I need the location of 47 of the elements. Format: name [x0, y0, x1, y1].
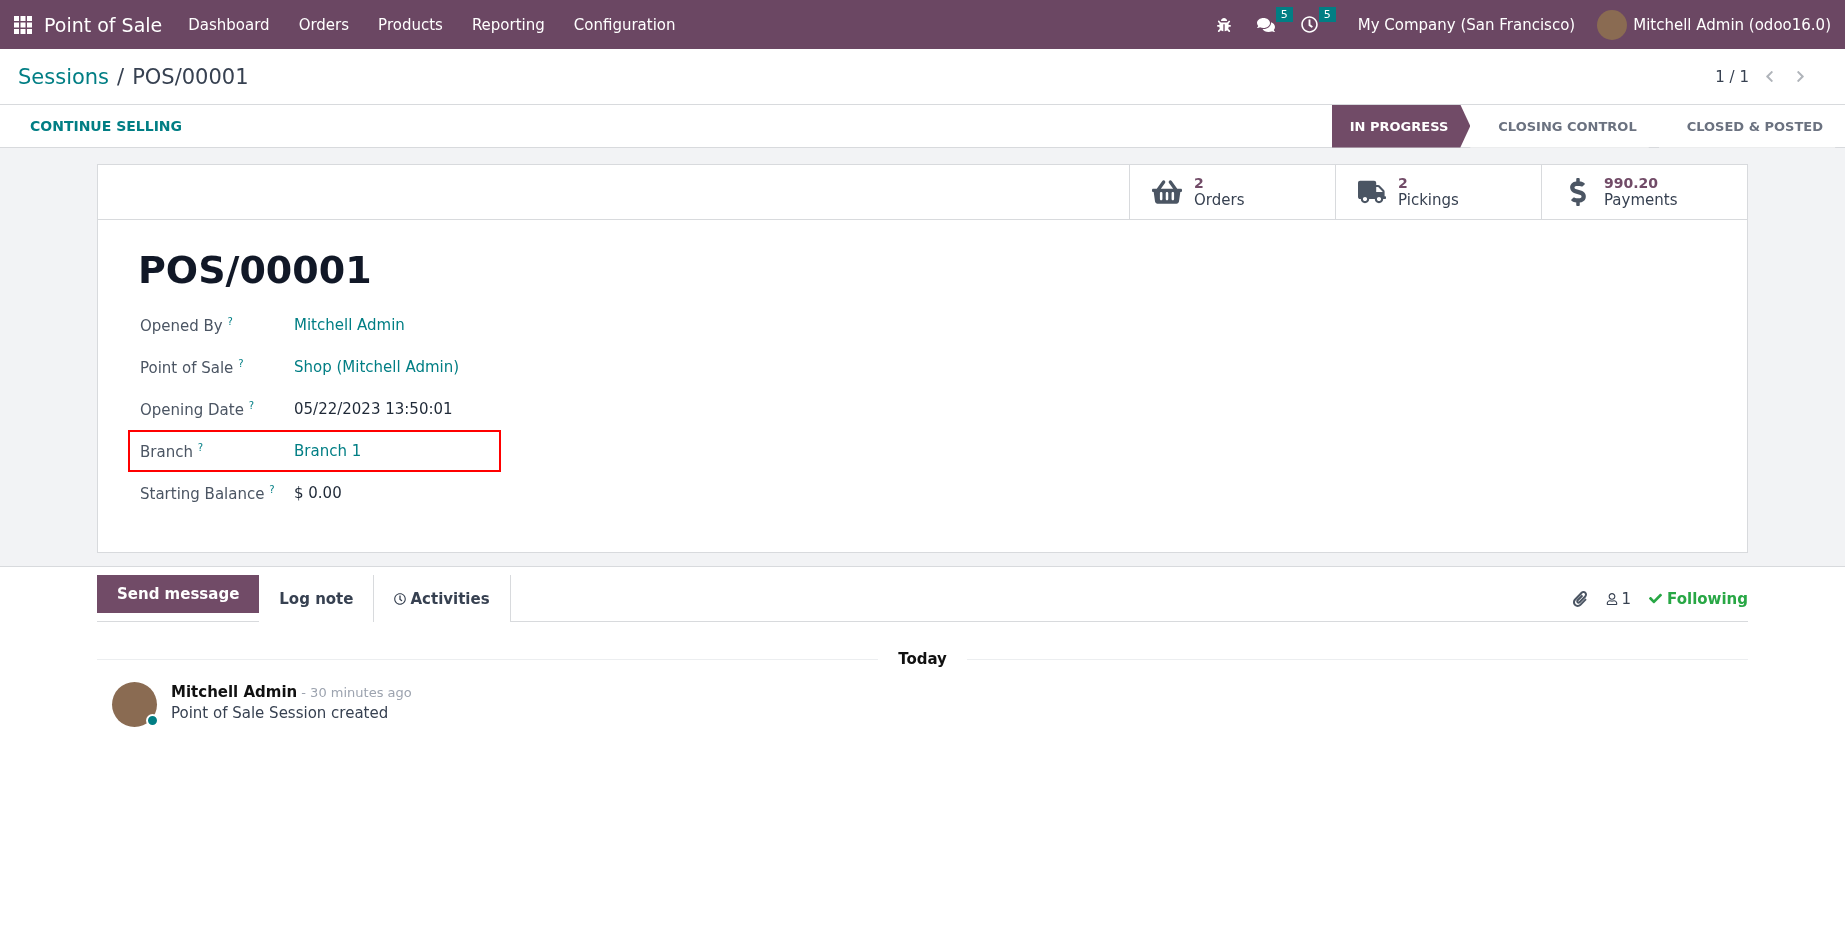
followers-button[interactable]: 1	[1605, 589, 1632, 608]
message-author: Mitchell Admin	[171, 683, 298, 701]
field-link[interactable]: Shop (Mitchell Admin)	[294, 358, 460, 376]
author-avatar	[112, 682, 157, 727]
basket-icon	[1152, 177, 1182, 207]
message-body: Point of Sale Session created	[171, 704, 390, 722]
chatter-tab[interactable]: Log note	[259, 575, 375, 622]
check-icon	[1649, 592, 1663, 605]
user-icon	[1605, 592, 1618, 605]
breadcrumb-link[interactable]: Sessions	[18, 64, 110, 89]
breadcrumb-current: POS/00001	[132, 64, 249, 89]
status-stage[interactable]: IN PROGRESS	[1331, 104, 1471, 148]
company-switcher[interactable]: My Company (San Francisco)	[1357, 15, 1576, 34]
pager-value: 1 / 1	[1715, 67, 1749, 86]
message-time: - 30 minutes ago	[301, 685, 412, 700]
continue-selling-button[interactable]: CONTINUE SELLING	[30, 118, 183, 134]
field-value: $ 0.00	[294, 484, 342, 502]
menu-item[interactable]: Dashboard	[188, 15, 270, 34]
online-status-dot	[146, 714, 159, 727]
messages-count-badge: 5	[1275, 6, 1293, 22]
breadcrumb-separator: /	[117, 64, 125, 89]
field-label: Opening Date $^{?}$	[140, 399, 255, 419]
apps-grid-icon[interactable]	[14, 15, 32, 34]
bug-icon[interactable]	[1216, 17, 1231, 32]
chatter-tab[interactable]: Activities	[374, 575, 511, 622]
activities-count-badge: 5	[1318, 7, 1336, 22]
field-label: Branch $^{?}$	[140, 441, 204, 461]
user-menu[interactable]: Mitchell Admin (odoo16.0)	[1633, 15, 1831, 34]
truck-icon	[1358, 178, 1386, 206]
menu-item[interactable]: Configuration	[573, 15, 676, 34]
field-label: Opened By $^{?}$	[140, 315, 234, 335]
paperclip-icon[interactable]	[1571, 590, 1588, 607]
record-title: POS/00001	[138, 248, 373, 292]
app-title[interactable]: Point of Sale	[44, 13, 163, 36]
chatter-tab[interactable]: Send message	[97, 575, 260, 613]
chat-icon[interactable]	[1256, 15, 1275, 34]
menu-item[interactable]: Reporting	[471, 15, 545, 34]
field-label: Point of Sale $^{?}$	[140, 357, 245, 377]
date-separator: Today	[897, 650, 948, 668]
field-link[interactable]: Mitchell Admin	[294, 316, 405, 334]
clock-icon[interactable]	[1300, 16, 1318, 33]
field-label: Starting Balance $^{?}$	[140, 483, 276, 503]
clock-icon	[394, 592, 407, 605]
menu-item[interactable]: Products	[378, 15, 443, 34]
menu-item[interactable]: Orders	[298, 15, 350, 34]
field-link[interactable]: Branch 1	[294, 442, 362, 460]
field-value: 05/22/2023 13:50:01	[294, 400, 453, 418]
